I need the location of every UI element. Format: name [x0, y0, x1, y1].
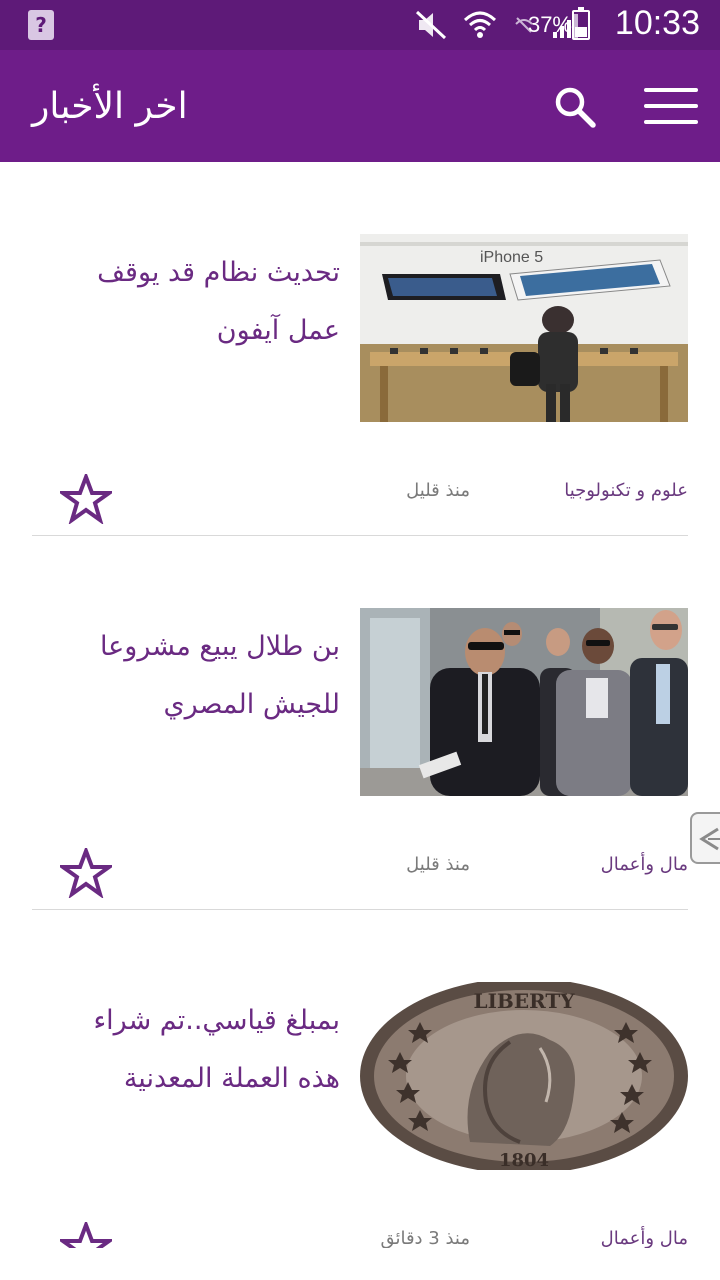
menu-button[interactable]	[642, 86, 700, 126]
coin-year: 1804	[499, 1150, 549, 1170]
coin-text: LIBERTY	[474, 989, 576, 1013]
article-title[interactable]: تحديث نظام قد يوقف عمل آيفون	[50, 244, 340, 360]
article-category: علوم و تكنولوجيا	[564, 480, 688, 501]
search-icon	[555, 87, 596, 128]
app-bar: اخر الأخبار	[0, 50, 720, 162]
wifi-icon	[463, 11, 497, 38]
star-icon	[56, 1219, 116, 1248]
article-image[interactable]	[360, 608, 688, 796]
battery-charging-icon	[572, 7, 590, 40]
news-card[interactable]: بن طلال يبيع مشروعا للجيش المصري مال وأع…	[32, 536, 688, 910]
article-time: منذ قليل	[406, 480, 470, 501]
page-title: اخر الأخبار	[32, 86, 188, 127]
status-bar: ? 37% 10:33	[0, 0, 720, 50]
article-title[interactable]: بمبلغ قياسي..تم شراء هذه العملة المعدنية	[50, 992, 340, 1108]
article-image[interactable]: iPhone 5	[360, 234, 688, 422]
star-icon	[56, 845, 116, 899]
star-icon	[56, 471, 116, 525]
news-list[interactable]: iPhone 5 تحديث نظام قد يوقف عمل آيفون عل…	[0, 162, 720, 1248]
favorite-button[interactable]	[56, 471, 116, 525]
side-panel-handle[interactable]	[690, 812, 720, 864]
search-button[interactable]	[552, 84, 598, 130]
article-time: منذ قليل	[406, 854, 470, 875]
favorite-button[interactable]	[56, 845, 116, 899]
favorite-button[interactable]	[56, 1219, 116, 1248]
article-category: مال وأعمال	[600, 854, 688, 875]
article-category: مال وأعمال	[600, 1228, 688, 1248]
news-card[interactable]: LIBERTY 1804 بمبلغ قياسي..تم شراء هذه ال…	[32, 910, 688, 1248]
notification-icon: ?	[28, 10, 54, 40]
article-image[interactable]: LIBERTY 1804	[360, 982, 688, 1170]
chevron-left-icon	[699, 827, 720, 851]
mute-icon	[415, 10, 447, 40]
article-time: منذ 3 دقائق	[380, 1228, 470, 1248]
clock: 10:33	[614, 4, 700, 42]
news-card[interactable]: iPhone 5 تحديث نظام قد يوقف عمل آيفون عل…	[32, 162, 688, 536]
image-caption: iPhone 5	[480, 249, 543, 266]
article-title[interactable]: بن طلال يبيع مشروعا للجيش المصري	[50, 618, 340, 734]
battery-percent: 37%	[527, 12, 572, 37]
menu-icon	[644, 88, 698, 92]
